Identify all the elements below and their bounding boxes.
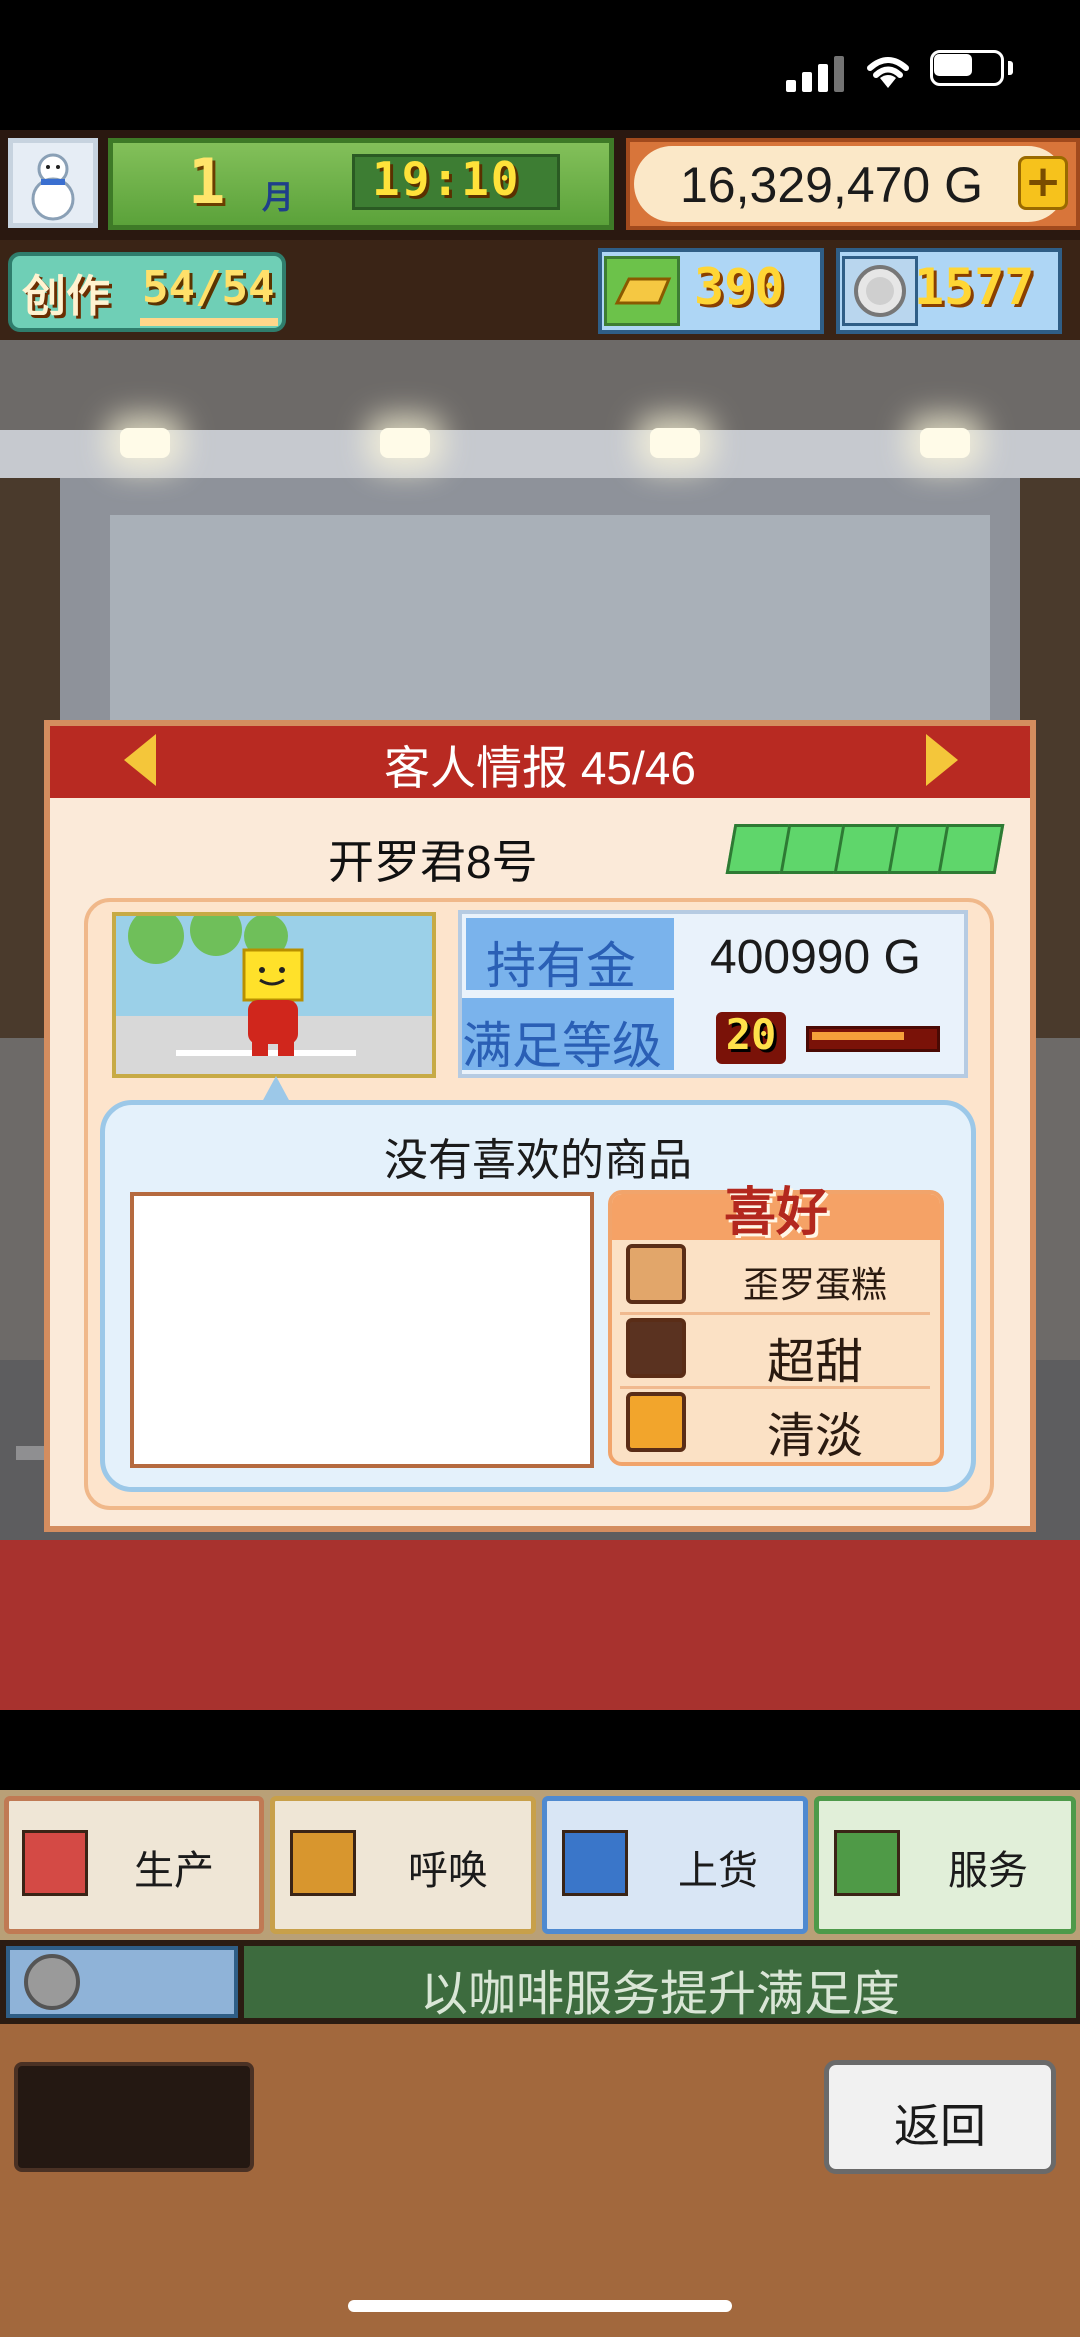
customer-name: 开罗君8号 bbox=[328, 836, 538, 888]
snowman-avatar-icon[interactable] bbox=[8, 138, 98, 228]
medal-count: 1577 bbox=[914, 258, 1035, 316]
medal-icon bbox=[842, 256, 918, 326]
create-progress-bar bbox=[140, 318, 278, 326]
gift-rank-icons bbox=[725, 816, 1005, 878]
service-label: 服务 bbox=[948, 1849, 1028, 1893]
customer-portrait bbox=[112, 912, 436, 1078]
next-customer-arrow-icon[interactable] bbox=[926, 734, 958, 786]
home-indicator[interactable] bbox=[348, 2300, 732, 2312]
bubble-tail bbox=[262, 1076, 290, 1102]
medal-hint-icon bbox=[24, 1954, 80, 2010]
satisfaction-bar-fill bbox=[812, 1032, 904, 1040]
back-label: 返回 bbox=[894, 2100, 986, 2152]
month-label: 月 bbox=[262, 178, 295, 216]
hint-text: 以咖啡服务提升满足度 bbox=[419, 1968, 900, 2021]
money-label: 持有金 bbox=[486, 938, 636, 994]
satisfaction-level: 20 bbox=[725, 1010, 777, 1059]
gold-amount: 16,329,470 G bbox=[680, 157, 984, 213]
ceiling-light bbox=[650, 428, 700, 458]
status-time: 19:00 bbox=[112, 39, 230, 91]
cube-icon bbox=[626, 1392, 686, 1452]
stock-label: 上货 bbox=[678, 1849, 758, 1893]
wifi-icon bbox=[867, 57, 909, 88]
preferences-title: 喜好 bbox=[723, 1182, 828, 1243]
cake-icon bbox=[562, 1830, 628, 1896]
game-clock: 19:10 bbox=[372, 152, 521, 206]
red-strip bbox=[0, 1540, 1080, 1710]
dialog-title: 客人情报 45/46 bbox=[384, 742, 696, 794]
bread-icon bbox=[22, 1830, 88, 1896]
create-label: 创作 bbox=[22, 271, 110, 322]
month-number: 1 bbox=[188, 145, 226, 218]
ceiling-light bbox=[120, 428, 170, 458]
satisfaction-label: 满足等级 bbox=[462, 1018, 662, 1074]
gift-icon bbox=[937, 824, 1005, 874]
create-count: 54/54 bbox=[142, 262, 275, 313]
preference-item: 清淡 bbox=[766, 1410, 863, 1463]
chocolate-icon bbox=[626, 1318, 686, 1378]
gold-bar-count: 390 bbox=[694, 258, 785, 316]
megaphone-icon bbox=[290, 1830, 356, 1896]
signal-icon bbox=[786, 56, 846, 92]
preference-item: 超甜 bbox=[766, 1336, 863, 1389]
call-label: 呼唤 bbox=[408, 1849, 488, 1893]
cake-box-icon bbox=[626, 1244, 686, 1304]
ceiling-light bbox=[920, 428, 970, 458]
battery-tip bbox=[1008, 61, 1013, 75]
money-value: 400990 G bbox=[710, 931, 921, 984]
favorite-items-list bbox=[130, 1192, 594, 1468]
prev-customer-arrow-icon[interactable] bbox=[124, 734, 156, 786]
footer-slot bbox=[14, 2062, 254, 2172]
produce-label: 生产 bbox=[134, 1849, 214, 1893]
add-gold-button[interactable]: + bbox=[1018, 156, 1068, 210]
preference-item: 歪罗蛋糕 bbox=[742, 1264, 887, 1305]
ceiling-light bbox=[380, 428, 430, 458]
battery-level bbox=[934, 54, 972, 76]
gold-bar-icon bbox=[604, 256, 680, 326]
coffee-cup-icon bbox=[834, 1830, 900, 1896]
